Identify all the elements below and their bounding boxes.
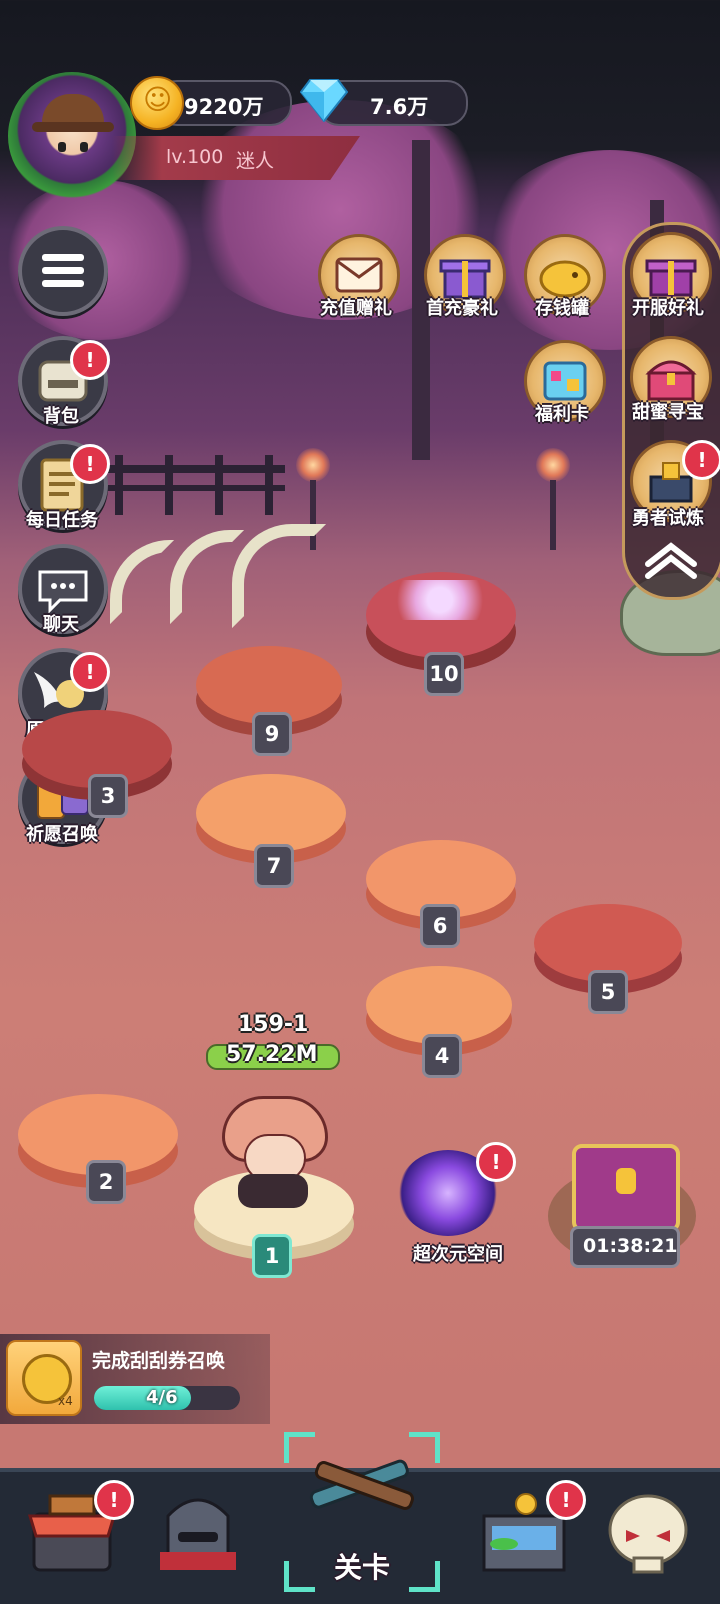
diamond-amount: 7.6万 [370,95,429,119]
stage-number-5: 5 [588,970,628,1014]
player-name: 迷人 [236,150,275,172]
stage-number-2: 2 [86,1160,126,1204]
stage-number-9: 9 [252,712,292,756]
collapse-chevron-icon[interactable] [640,540,702,580]
sweet-treasure-label: 甜蜜寻宝 [632,402,704,423]
server-gift-label: 开服好礼 [632,298,704,319]
chest-timer: 01:38:21 [583,1235,678,1257]
menu-icon [42,254,84,287]
scratch-ticket-icon: x4 [6,1340,82,1416]
welfare-card-label: 福利卡 [535,404,589,425]
lantern-post [550,480,556,550]
piggy-bank-label: 存钱罐 [535,298,589,319]
hero-stage-text: 159-1 [238,1012,309,1037]
player-level: lv.100 [166,146,224,168]
backpack-label: 背包 [43,406,79,427]
force-awakening-alert-badge [70,652,110,692]
main-menu-button[interactable] [18,226,108,316]
bone-rib [232,524,326,628]
stage-number-4: 4 [422,1034,462,1078]
lock-icon [616,1168,636,1194]
portal-alert-badge [476,1142,516,1182]
lantern [536,448,570,482]
hero-power-text: 57.22M [226,1042,318,1067]
quest-title: 完成刮刮券召唤 [92,1350,226,1372]
treasure-chest[interactable] [572,1144,680,1232]
quest-progress-text: 4/6 [146,1387,178,1408]
hero-character[interactable] [216,1090,330,1210]
bone-rib [110,540,174,624]
gold-coin-icon [130,76,184,130]
background-fence [95,455,285,515]
stage-number-3: 3 [88,774,128,818]
flower-decor [382,580,498,620]
wish-summon-label: 祈愿召唤 [26,824,98,845]
stage-number-7: 7 [254,844,294,888]
chat-label: 聊天 [43,614,79,635]
hero-trial-label: 勇者试炼 [632,508,704,529]
skull-icon[interactable] [600,1486,696,1582]
knight-helmet-icon[interactable] [150,1486,246,1582]
stage-tab-label: 关卡 [333,1551,390,1584]
gold-amount: 9220万 [184,95,264,119]
treasure-alert-badge [546,1480,586,1520]
recharge-gift-label: 充值赠礼 [320,298,392,319]
hero-trial-alert-badge [682,440,720,480]
crossed-guns-icon[interactable] [300,1446,424,1546]
quest-progress-bar: 4/6 [94,1386,240,1410]
player-level-bar: lv.100 迷人 [112,136,360,180]
diamond-icon [300,79,348,122]
stage-number-6: 6 [420,904,460,948]
backpack-alert-badge [70,340,110,380]
stage-number-10: 10 [424,652,464,696]
chest-timer-box: 01:38:21 [570,1226,680,1268]
portal-label: 超次元空间 [413,1244,503,1265]
shop-alert-badge [94,1480,134,1520]
first-recharge-label: 首充豪礼 [426,298,498,319]
daily-tasks-label: 每日任务 [26,510,98,531]
stage-number-1: 1 [252,1234,292,1278]
ticket-count: x4 [58,1394,73,1408]
lantern [296,448,330,482]
daily-tasks-alert-badge [70,444,110,484]
